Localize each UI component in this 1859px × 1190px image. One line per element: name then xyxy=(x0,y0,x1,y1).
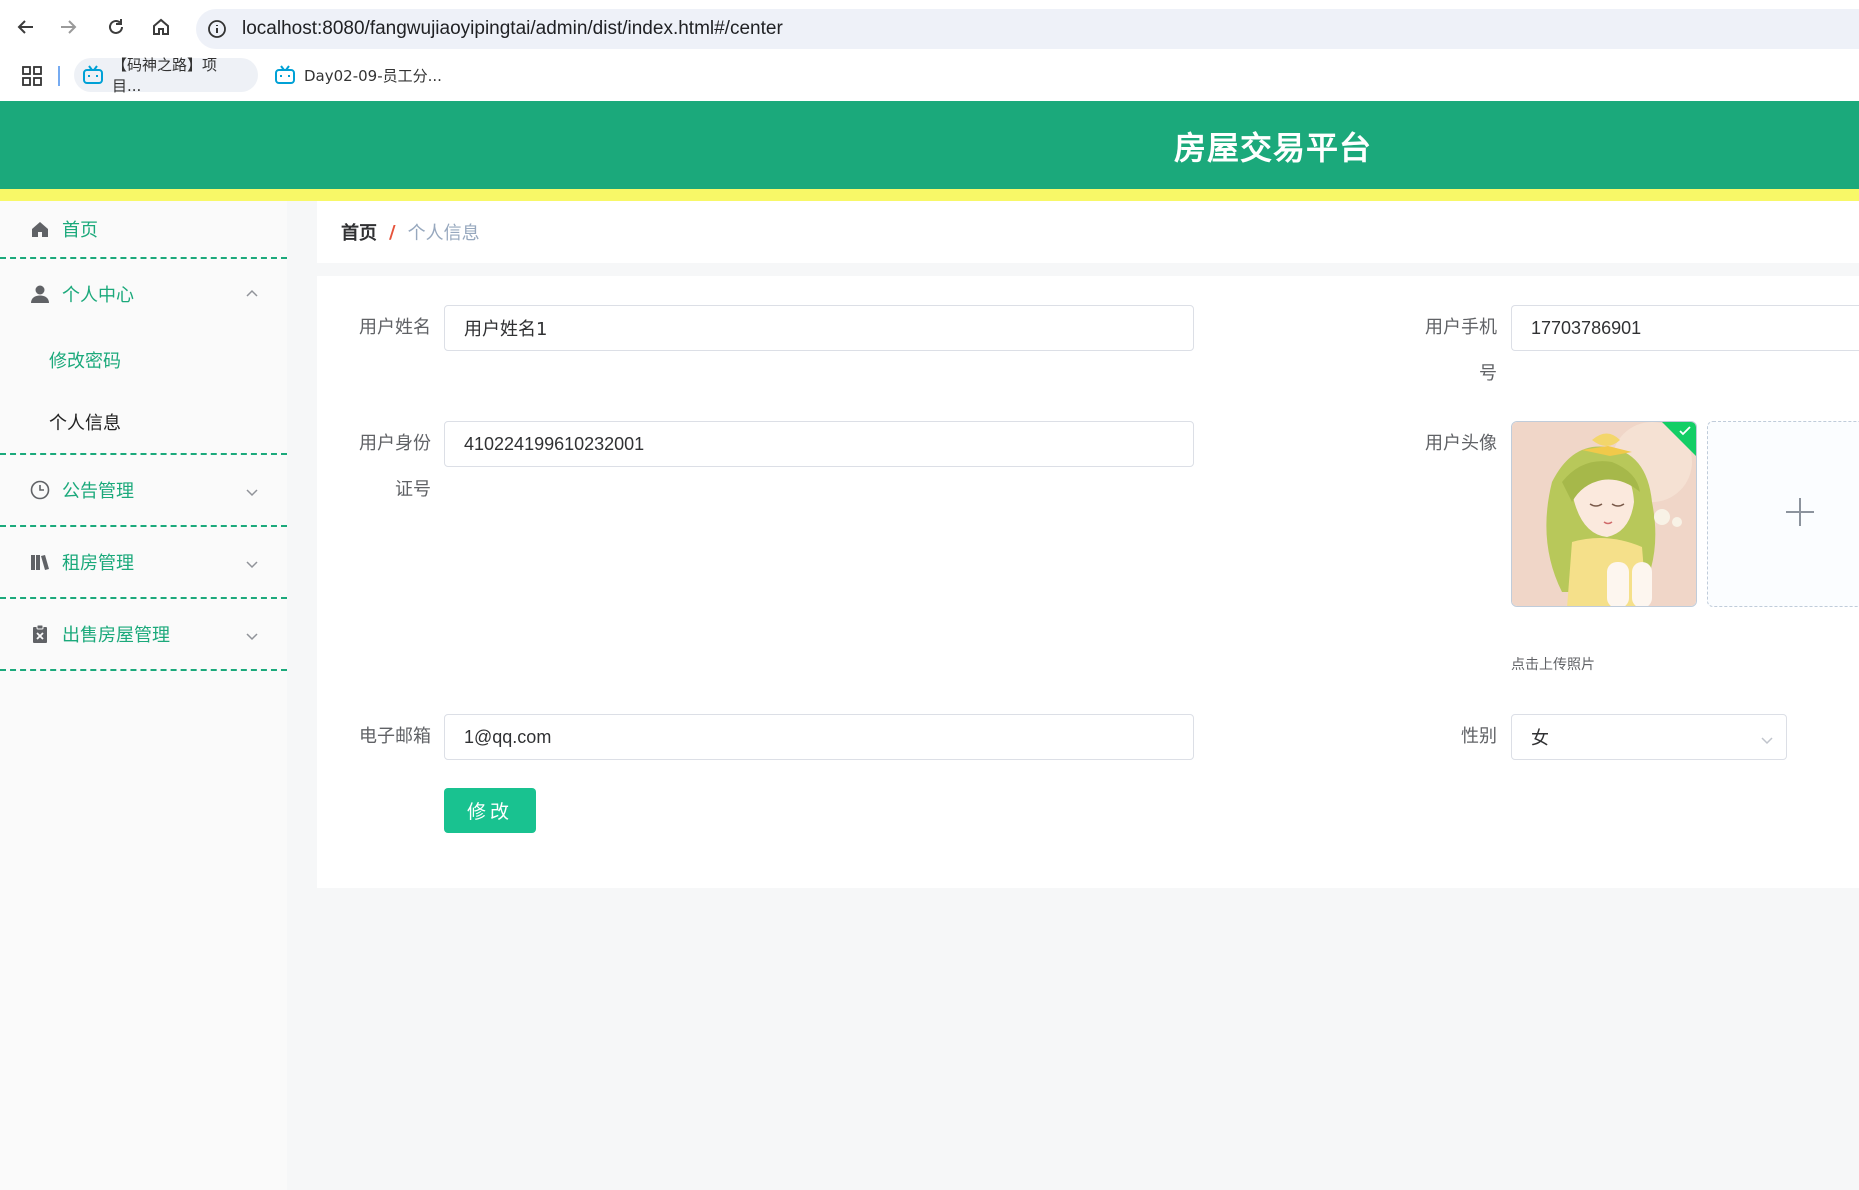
avatar-label: 用户头像 xyxy=(1425,433,1497,454)
sidebar-item-label: 个人中心 xyxy=(62,285,134,306)
bookmark-2[interactable]: Day02-09-员工分... xyxy=(266,58,456,92)
user-icon xyxy=(30,284,50,304)
bookmark-label: Day02-09-员工分... xyxy=(304,66,442,85)
app-title: 房屋交易平台 xyxy=(1174,129,1373,167)
idcard-label-line2: 证号 xyxy=(395,479,431,500)
gender-select[interactable]: 女 xyxy=(1511,714,1787,760)
header-accent-bar xyxy=(0,189,1859,201)
phone-label-line2: 号 xyxy=(1479,363,1497,384)
breadcrumb-home[interactable]: 首页 xyxy=(341,219,377,245)
house-icon xyxy=(30,219,50,239)
bilibili-icon xyxy=(274,65,296,85)
avatar-upload-button[interactable] xyxy=(1707,421,1859,607)
sidebar-item-notice-management[interactable]: 公告管理 xyxy=(0,455,287,525)
breadcrumb-separator: / xyxy=(389,221,396,243)
idcard-label-line1: 用户身份 xyxy=(359,433,431,454)
chevron-down-icon xyxy=(245,555,259,569)
username-input[interactable]: 用户姓名1 xyxy=(444,305,1194,351)
browser-chrome: localhost:8080/fangwujiaoyipingtai/admin… xyxy=(0,0,1859,101)
phone-input[interactable]: 17703786901 xyxy=(1511,305,1859,351)
plus-icon xyxy=(1784,496,1816,532)
chevron-down-icon xyxy=(245,483,259,497)
sidebar-item-label: 公告管理 xyxy=(62,481,134,502)
sidebar-item-label: 首页 xyxy=(62,220,98,241)
chevron-down-icon xyxy=(1760,731,1774,745)
forward-icon[interactable] xyxy=(54,13,82,41)
url-text: localhost:8080/fangwujiaoyipingtai/admin… xyxy=(242,18,783,39)
sidebar-item-sale-management[interactable]: 出售房屋管理 xyxy=(0,599,287,669)
sidebar-item-label: 出售房屋管理 xyxy=(62,625,170,646)
app-header: 房屋交易平台 xyxy=(0,101,1859,189)
sidebar-subitem-personal-info[interactable]: 个人信息 xyxy=(0,391,287,453)
sidebar-item-label: 租房管理 xyxy=(62,553,134,574)
sidebar-item-rent-management[interactable]: 租房管理 xyxy=(0,527,287,597)
reload-icon[interactable] xyxy=(102,13,130,41)
avatar-thumbnail[interactable] xyxy=(1511,421,1697,607)
gender-label: 性别 xyxy=(1461,726,1497,747)
submit-button[interactable]: 修改 xyxy=(444,788,536,833)
phone-label-line1: 用户手机 xyxy=(1425,317,1497,338)
phone-label: 用户手机 xyxy=(1403,305,1497,351)
upload-hint: 点击上传照片 xyxy=(1511,657,1595,673)
gender-value: 女 xyxy=(1531,728,1549,749)
phone-value: 17703786901 xyxy=(1531,317,1642,338)
menu-divider xyxy=(0,669,287,671)
sidebar: 首页 个人中心 修改密码 个人信息 公告管理 租房管理 出售房屋管理 xyxy=(0,201,287,1190)
books-icon xyxy=(30,552,50,572)
idcard-input[interactable]: 410224199610232001 xyxy=(444,421,1194,467)
address-bar[interactable]: localhost:8080/fangwujiaoyipingtai/admin… xyxy=(196,9,1859,49)
clipboard-x-icon xyxy=(30,624,50,644)
idcard-value: 410224199610232001 xyxy=(464,433,645,454)
sidebar-subitem-change-password[interactable]: 修改密码 xyxy=(0,329,287,391)
site-info-icon[interactable] xyxy=(206,18,228,40)
email-input[interactable]: 1@qq.com xyxy=(444,714,1194,760)
email-label: 电子邮箱 xyxy=(359,726,431,747)
profile-form: 用户姓名 用户姓名1 用户手机 号 17703786901 用户身份 证号 41… xyxy=(317,276,1859,888)
username-label: 用户姓名 xyxy=(359,317,431,338)
sidebar-item-personal-center[interactable]: 个人中心 xyxy=(0,259,287,329)
home-icon[interactable] xyxy=(147,13,175,41)
breadcrumb-current: 个人信息 xyxy=(407,223,480,244)
username-value: 用户姓名1 xyxy=(464,319,548,340)
bookmark-label: 【码神之路】项目... xyxy=(112,56,218,95)
chevron-down-icon xyxy=(245,627,259,641)
check-icon xyxy=(1678,424,1692,438)
email-value: 1@qq.com xyxy=(464,726,552,747)
apps-grid-icon[interactable] xyxy=(22,66,42,86)
bookmark-separator xyxy=(58,66,60,86)
bookmark-1[interactable]: 【码神之路】项目... xyxy=(74,56,258,95)
sidebar-item-home[interactable]: 首页 xyxy=(0,201,287,257)
clock-icon xyxy=(30,480,50,500)
chevron-up-icon xyxy=(245,285,259,299)
bookmarks-bar: 【码神之路】项目... Day02-09-员工分... xyxy=(0,56,1859,95)
back-icon[interactable] xyxy=(12,13,40,41)
bilibili-icon xyxy=(82,65,104,85)
breadcrumb: 首页 / 个人信息 xyxy=(317,201,1859,263)
